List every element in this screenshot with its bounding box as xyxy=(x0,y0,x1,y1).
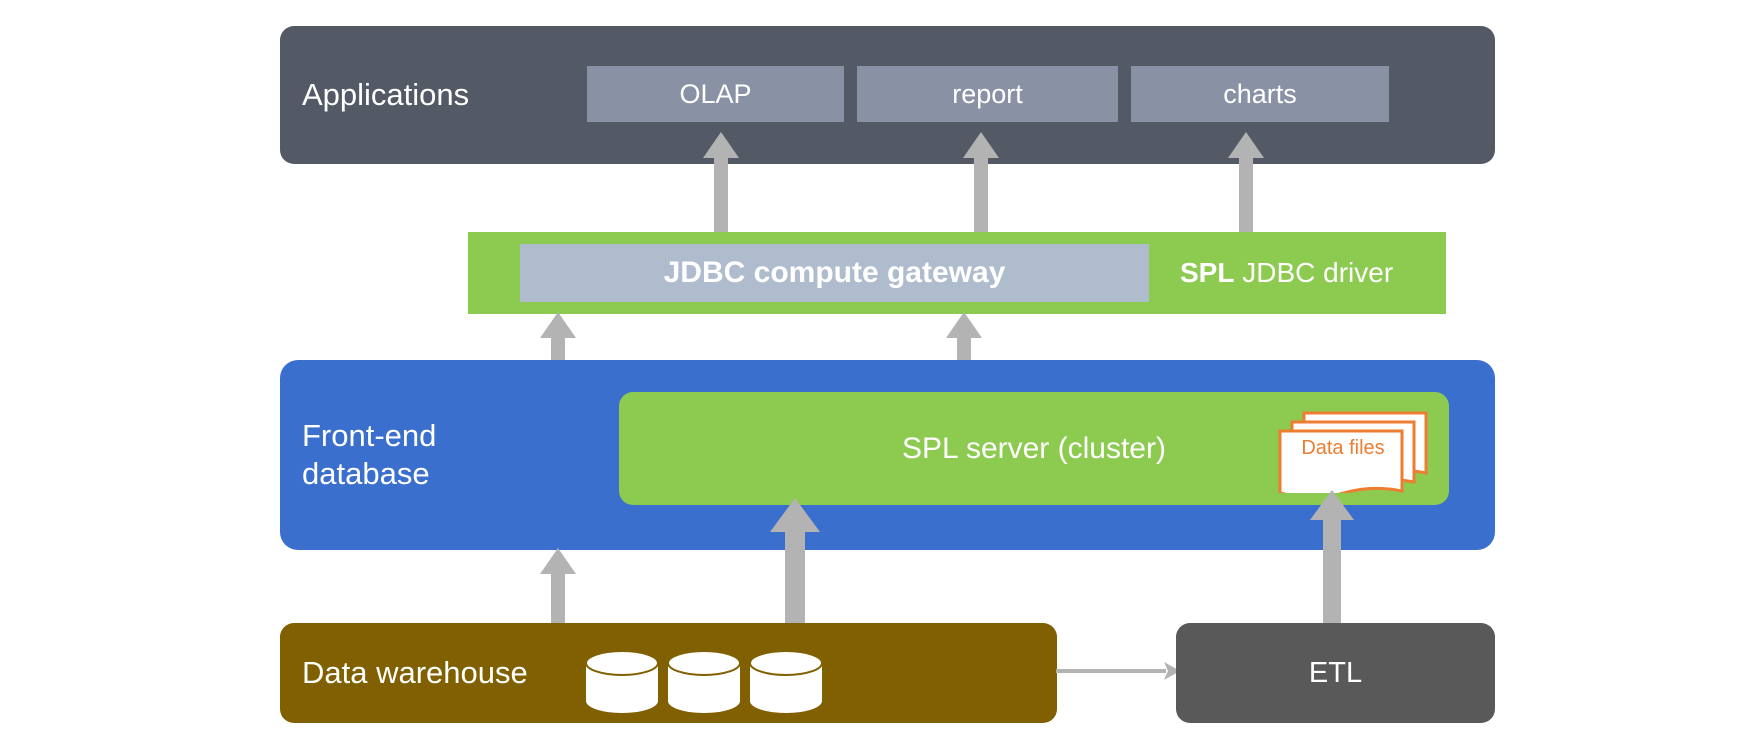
app-chip-charts-label: charts xyxy=(1223,78,1297,109)
etl-label: ETL xyxy=(1308,656,1363,689)
applications-label: Applications xyxy=(302,77,470,113)
frontend-database-label: Front-end database xyxy=(302,418,437,491)
arrow-up-warehouse-frontend-icon xyxy=(540,548,576,628)
data-warehouse-band: Data warehouse xyxy=(280,623,1057,723)
arrow-up-olap-icon xyxy=(703,132,739,238)
database-cylinder-icon xyxy=(749,651,823,713)
jdbc-compute-gateway-label: JDBC compute gateway xyxy=(663,256,1006,289)
arrow-right-warehouse-etl-icon xyxy=(1056,660,1180,682)
arrow-up-charts-icon xyxy=(1228,132,1264,238)
spl-jdbc-driver-strong: SPL xyxy=(1180,257,1235,288)
gateway-band: JDBC compute gateway SPL JDBC driver xyxy=(468,232,1446,314)
database-cylinder-icon xyxy=(667,651,741,713)
app-chip-olap-label: OLAP xyxy=(679,78,752,109)
app-chip-report[interactable]: report xyxy=(857,66,1118,122)
data-warehouse-label: Data warehouse xyxy=(302,655,528,691)
etl-box[interactable]: ETL xyxy=(1176,623,1495,723)
app-chip-olap[interactable]: OLAP xyxy=(587,66,844,122)
arrow-up-report-icon xyxy=(963,132,999,238)
applications-band: Applications OLAP report charts xyxy=(280,26,1495,164)
data-files-icon: Data files xyxy=(1276,409,1436,493)
spl-server-cluster-box[interactable]: SPL server (cluster) Data files xyxy=(619,392,1449,505)
arrow-up-etl-spl-icon xyxy=(1310,490,1354,628)
data-files-label: Data files xyxy=(1301,437,1385,459)
database-cylinder-icon xyxy=(585,651,659,713)
spl-jdbc-driver-rest: JDBC driver xyxy=(1234,257,1394,288)
diagram-canvas: Applications OLAP report charts JDBC com… xyxy=(0,0,1748,748)
app-chip-charts[interactable]: charts xyxy=(1131,66,1389,122)
jdbc-compute-gateway-box[interactable]: JDBC compute gateway xyxy=(520,244,1149,302)
app-chip-report-label: report xyxy=(952,78,1023,109)
arrow-up-warehouse-spl-icon xyxy=(770,498,820,628)
spl-jdbc-driver-label: SPL JDBC driver xyxy=(1180,257,1393,289)
